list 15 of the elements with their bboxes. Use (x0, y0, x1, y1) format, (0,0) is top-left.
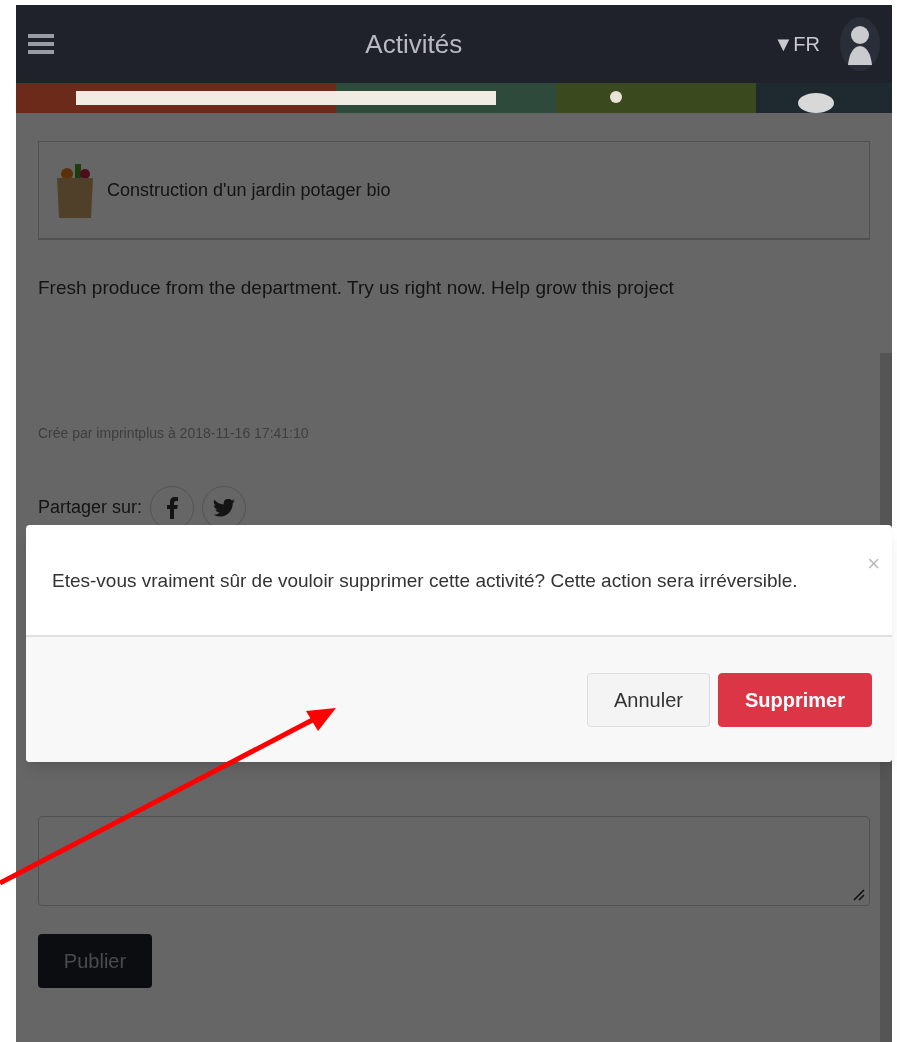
delete-button[interactable]: Supprimer (717, 672, 872, 727)
menu-icon[interactable] (28, 32, 54, 56)
avatar-icon[interactable] (840, 17, 880, 71)
comment-field[interactable] (38, 815, 870, 906)
grocery-bag-icon (55, 162, 95, 218)
bird-icon (213, 498, 236, 517)
cancel-button[interactable]: Annuler (587, 672, 710, 727)
share-label: Partager sur: (38, 496, 143, 519)
project-description: Fresh produce from the department. Try us right now. Help grow this project (38, 276, 675, 300)
page-title: Activités (365, 27, 463, 61)
facebook-icon (166, 496, 179, 519)
project-title[interactable]: Construction d'un jardin potager bio (107, 176, 391, 204)
language-selector[interactable]: ▼FR (773, 29, 820, 59)
resize-handle-icon (853, 888, 865, 901)
confirm-message: Etes-vous vraiment sûr de vouloir supprimer cette activité? Cette action sera irréversible. (52, 569, 799, 593)
